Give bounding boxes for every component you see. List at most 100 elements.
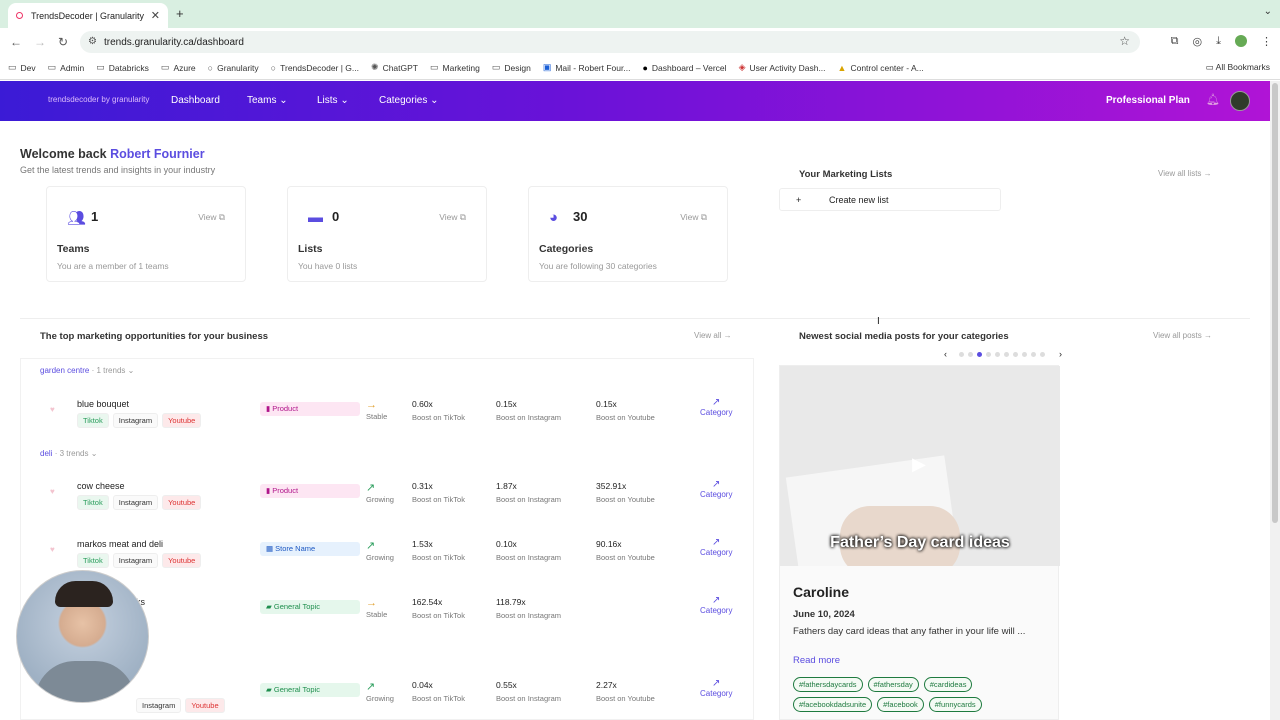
bookmark-item[interactable]: ▭ Databricks	[96, 62, 149, 73]
carousel-dot[interactable]	[1022, 351, 1027, 357]
bookmark-item[interactable]: ▭ Azure	[161, 62, 196, 73]
teams-view-link[interactable]: View ⧉	[198, 212, 225, 223]
heart-icon[interactable]: ♥	[50, 545, 55, 554]
category-link[interactable]: ↗ Category	[700, 397, 732, 417]
chip-youtube[interactable]: Youtube	[162, 553, 202, 568]
bookmark-item[interactable]: ▲ Control center - A...	[838, 63, 924, 73]
group-header[interactable]: deli · 3 trends ⌄	[40, 449, 97, 458]
chevron-left-icon[interactable]: ‹	[944, 349, 947, 359]
url-bar[interactable]: ⚙ trends.granularity.ca/dashboard ☆	[80, 31, 1140, 53]
app-logo[interactable]: trendsdecoder by granularity	[48, 95, 149, 104]
category-link[interactable]: ↗ Category	[700, 595, 732, 615]
chevron-down-icon[interactable]: ⌄	[1264, 6, 1272, 17]
bell-icon[interactable]: 🔔︎	[1206, 93, 1220, 107]
plan-button[interactable]: Professional Plan	[1106, 95, 1190, 106]
menu-icon[interactable]: ⋮	[1261, 35, 1272, 48]
chip-instagram[interactable]: Instagram	[112, 413, 159, 428]
view-all-posts-link[interactable]: View all posts →	[1153, 331, 1212, 340]
carousel-dot[interactable]	[995, 351, 1000, 357]
view-all-opportunities-link[interactable]: View all →	[694, 331, 732, 340]
read-more-link[interactable]: Read more	[793, 655, 840, 666]
hashtag-chip[interactable]: #cardideas	[923, 677, 973, 692]
avatar[interactable]	[1230, 91, 1250, 111]
view-all-lists-link[interactable]: View all lists →	[1158, 169, 1212, 178]
post-video[interactable]: ▶ Father’s Day card ideas	[780, 366, 1060, 566]
chevron-down-icon: ⌄	[127, 366, 135, 375]
category-link[interactable]: ↗ Category	[700, 479, 732, 499]
category-label: Category	[700, 689, 733, 698]
section-divider	[20, 318, 1250, 319]
app-navbar: trendsdecoder by granularity Dashboard T…	[0, 81, 1270, 121]
chip-youtube[interactable]: Youtube	[162, 495, 202, 510]
chevron-right-icon[interactable]: ›	[1059, 349, 1062, 359]
boost-tiktok: 162.54x Boost on TikTok	[412, 597, 465, 620]
bookmark-item[interactable]: ▣ Mail - Robert Four...	[543, 62, 631, 73]
categories-view-link[interactable]: View ⧉	[680, 212, 707, 223]
trend-name: blue bouquet	[77, 399, 130, 409]
bookmark-item[interactable]: ◈ User Activity Dash...	[739, 62, 826, 73]
category-link[interactable]: ↗ Category	[700, 537, 732, 557]
reload-icon[interactable]: ↻	[58, 35, 68, 49]
trend-status: ↗ Growing	[366, 539, 394, 562]
chip-tiktok[interactable]: Tiktok	[77, 495, 109, 510]
boost-youtube: 2.27x Boost on Youtube	[596, 680, 655, 703]
carousel-dot[interactable]	[1031, 351, 1036, 357]
folder-icon: ▭	[491, 62, 501, 72]
chip-instagram[interactable]: Instagram	[112, 495, 159, 510]
chip-youtube[interactable]: Youtube	[185, 698, 225, 713]
download-icon[interactable]: ⤓	[1216, 35, 1221, 48]
carousel-dot[interactable]	[1013, 351, 1018, 357]
bookmark-item[interactable]: ○ TrendsDecoder | G...	[271, 63, 359, 73]
chip-tiktok[interactable]: Tiktok	[77, 553, 109, 568]
new-tab-icon[interactable]: +	[176, 6, 184, 21]
carousel-dot-active[interactable]	[977, 351, 982, 357]
nav-dashboard[interactable]: Dashboard	[171, 95, 220, 106]
bookmark-item[interactable]: ▭ Dev	[8, 62, 36, 73]
group-header[interactable]: garden centre · 1 trends ⌄	[40, 366, 134, 375]
nav-categories[interactable]: Categories ⌄	[379, 95, 439, 106]
bookmark-item[interactable]: ✺ ChatGPT	[371, 62, 418, 73]
nav-lists[interactable]: Lists ⌄	[317, 95, 349, 106]
browser-tab[interactable]: TrendsDecoder | Granularity ✕	[8, 3, 168, 28]
lists-view-link[interactable]: View ⧉	[439, 212, 466, 223]
carousel-dot[interactable]	[986, 351, 991, 357]
chip-instagram[interactable]: Instagram	[136, 698, 182, 713]
carousel-dot[interactable]	[1004, 351, 1009, 357]
lists-desc: You have 0 lists	[298, 261, 358, 271]
scrollbar-thumb[interactable]	[1272, 83, 1278, 523]
hashtag-chip[interactable]: #facebook	[877, 697, 924, 712]
external-link-icon: ⧉	[218, 212, 225, 222]
chip-youtube[interactable]: Youtube	[162, 413, 202, 428]
chip-instagram[interactable]: Instagram	[112, 553, 159, 568]
hashtag-chip[interactable]: #fathersdaycards	[793, 677, 863, 692]
bookmark-item[interactable]: ● Dashboard – Vercel	[642, 63, 726, 73]
nav-teams[interactable]: Teams ⌄	[247, 95, 288, 106]
create-list-button[interactable]: + Create new list	[779, 188, 1001, 211]
site-settings-icon[interactable]: ⚙	[88, 36, 97, 47]
hashtag-chip[interactable]: #facebookdadsunite	[793, 697, 873, 712]
chip-tiktok[interactable]: Tiktok	[77, 413, 109, 428]
bookmark-star-icon[interactable]: ☆	[1119, 34, 1130, 48]
back-icon[interactable]: ←	[10, 35, 22, 49]
category-link[interactable]: ↗ Category	[700, 678, 732, 698]
play-icon[interactable]: ▶	[912, 454, 926, 475]
all-bookmarks[interactable]: ▭ All Bookmarks	[1206, 62, 1270, 73]
bookmark-item[interactable]: ▭ Admin	[48, 62, 85, 73]
bookmark-item[interactable]: ▭ Marketing	[430, 62, 480, 73]
heart-icon[interactable]: ♥	[50, 487, 55, 496]
forward-icon[interactable]: →	[34, 35, 46, 49]
carousel-dot[interactable]	[1040, 351, 1045, 357]
trend-label: Stable	[366, 610, 388, 619]
hashtag-chip[interactable]: #funnycards	[928, 697, 982, 712]
profile-avatar-icon[interactable]	[1235, 35, 1247, 47]
hashtag-chip[interactable]: #fathersday	[867, 677, 919, 692]
extension-icon[interactable]: ◎	[1193, 35, 1203, 48]
bookmark-item[interactable]: ▭ Design	[492, 62, 531, 73]
carousel-dot[interactable]	[968, 351, 973, 357]
scrollbar[interactable]	[1270, 81, 1280, 720]
extensions-icon[interactable]: ⧉	[1171, 35, 1179, 48]
heart-icon[interactable]: ♥	[50, 405, 55, 414]
close-tab-icon[interactable]: ✕	[151, 9, 160, 22]
bookmark-item[interactable]: ○ Granularity	[208, 63, 259, 73]
carousel-dot[interactable]	[959, 351, 964, 357]
